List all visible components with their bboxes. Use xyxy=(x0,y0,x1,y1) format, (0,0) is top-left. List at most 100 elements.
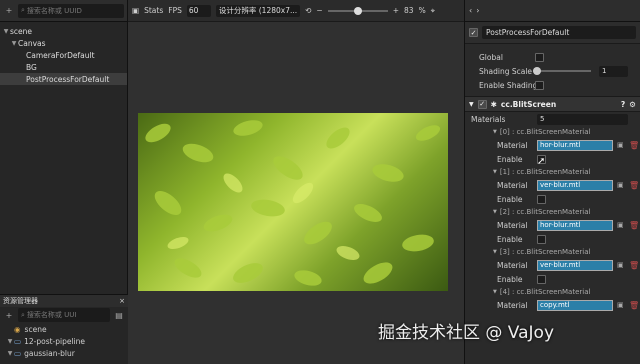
shading-scale-input[interactable]: 1 xyxy=(598,65,629,77)
chevron-down-icon[interactable]: ▼ xyxy=(6,350,14,357)
component-header[interactable]: ▼ ✓ ✱ cc.BlitScreen ? ⚙ xyxy=(465,96,640,112)
material-entry: ▼ [0] : cc.BlitScreenMaterial Material ho… xyxy=(465,126,640,166)
lock-icon[interactable]: ▣ xyxy=(617,141,625,149)
material-entry: ▼ [3] : cc.BlitScreenMaterial Material ve… xyxy=(465,246,640,286)
chevron-down-icon[interactable]: ▼ xyxy=(493,289,497,295)
enable-checkbox[interactable] xyxy=(537,194,546,204)
asset-toolbar: + ⌕ 搜索名称或 UUI ▤ xyxy=(0,307,128,323)
asset-search-input[interactable]: ⌕ 搜索名称或 UUI xyxy=(18,308,110,322)
material-entry-header[interactable]: ▼ [4] : cc.BlitScreenMaterial xyxy=(465,286,640,298)
material-asset-field[interactable]: hor-blur.mtl xyxy=(537,139,613,151)
enable-checkbox[interactable] xyxy=(537,234,546,244)
scene-toolbar: ▣ Stats FPS 60 设计分辨率 (1280x7... ⟲ − + 83… xyxy=(128,0,464,22)
help-icon[interactable]: ? xyxy=(621,100,625,109)
shading-scale-row: Shading Scale 1 xyxy=(465,64,640,78)
close-icon[interactable]: × xyxy=(119,297,125,305)
material-asset-field[interactable]: ver-blur.mtl xyxy=(537,179,613,191)
hierarchy-search-input[interactable]: ⌕ 搜索名称或 UUID xyxy=(18,3,124,18)
fps-input[interactable]: 60 xyxy=(186,4,211,17)
chevron-down-icon[interactable]: ▼ xyxy=(2,28,10,35)
rotate-icon[interactable]: ⟲ xyxy=(305,6,311,15)
asset-item-folder[interactable]: ▼ ▭ gaussian-blur xyxy=(0,347,128,359)
tree-node-canvas[interactable]: ▼ Canvas xyxy=(0,37,127,49)
mouse-cursor-icon: ➚ xyxy=(537,156,546,167)
material-asset-field[interactable]: copy.mtl xyxy=(537,299,613,311)
lock-icon[interactable]: ⌖ xyxy=(431,6,435,16)
asset-panel: 资源管理器 × + ⌕ 搜索名称或 UUI ▤ ◉ scene ▼ ▭ 12-p… xyxy=(0,294,128,364)
asset-item-folder[interactable]: ▼ ▭ 12-post-pipeline xyxy=(0,335,128,347)
enable-row: Enable xyxy=(465,272,640,286)
chevron-down-icon[interactable]: ▼ xyxy=(493,169,497,175)
node-header: ✓ PostProcessForDefault xyxy=(465,22,640,44)
panel-toggle-icon[interactable]: ▣ xyxy=(132,6,139,15)
forward-icon[interactable]: › xyxy=(476,6,479,15)
global-checkbox[interactable] xyxy=(535,52,544,62)
settings-icon[interactable]: ⚙ xyxy=(629,100,636,109)
lock-icon[interactable]: ▣ xyxy=(617,301,625,309)
leaves-pattern xyxy=(145,120,441,286)
material-asset-field[interactable]: ver-blur.mtl xyxy=(537,259,613,271)
add-icon[interactable]: + xyxy=(3,5,15,17)
shading-scale-handle[interactable] xyxy=(533,67,542,75)
inspector-toolbar: ‹ › xyxy=(465,0,640,22)
material-entry-header[interactable]: ▼ [1] : cc.BlitScreenMaterial xyxy=(465,166,640,178)
material-asset-field[interactable]: hor-blur.mtl xyxy=(537,219,613,231)
fps-label: FPS xyxy=(168,6,182,15)
inspector-panel: ‹ › ✓ PostProcessForDefault Global Shadi… xyxy=(464,0,640,364)
lock-icon[interactable]: ▣ xyxy=(617,221,625,229)
chevron-down-icon[interactable]: ▼ xyxy=(469,101,474,108)
resolution-select[interactable]: 设计分辨率 (1280x7... xyxy=(215,4,301,17)
node-name-input[interactable]: PostProcessForDefault xyxy=(482,26,636,39)
back-icon[interactable]: ‹ xyxy=(469,6,472,15)
enable-shading-checkbox[interactable] xyxy=(535,80,544,90)
zoom-in-button[interactable]: + xyxy=(393,6,399,15)
material-row: Material ver-blur.mtl ▣ 🗑 xyxy=(497,179,640,191)
material-row: Material hor-blur.mtl ▣ 🗑 xyxy=(497,219,640,231)
tree-node-postprocess[interactable]: PostProcessForDefault xyxy=(0,73,127,85)
node-active-checkbox[interactable]: ✓ xyxy=(469,28,478,37)
sort-icon[interactable]: ▤ xyxy=(113,309,125,321)
folder-icon: ▭ xyxy=(14,348,22,358)
asset-item-scene[interactable]: ◉ scene xyxy=(0,323,128,335)
enable-checkbox[interactable] xyxy=(537,274,546,284)
material-entry: ▼ [2] : cc.BlitScreenMaterial Material ho… xyxy=(465,206,640,246)
delete-icon[interactable]: 🗑 xyxy=(629,261,639,270)
component-enabled-checkbox[interactable]: ✓ xyxy=(477,99,487,109)
shading-scale-slider[interactable] xyxy=(533,67,591,75)
material-entry: ▼ [1] : cc.BlitScreenMaterial Material ve… xyxy=(465,166,640,206)
lock-icon[interactable]: ▣ xyxy=(617,261,625,269)
zoom-slider[interactable] xyxy=(327,6,388,15)
component-icon: ✱ xyxy=(490,99,497,109)
material-entry-header[interactable]: ▼ [3] : cc.BlitScreenMaterial xyxy=(465,246,640,258)
delete-icon[interactable]: 🗑 xyxy=(629,221,639,230)
enable-row: Enable xyxy=(465,232,640,246)
lock-icon[interactable]: ▣ xyxy=(617,181,625,189)
search-icon: ⌕ xyxy=(21,310,25,319)
tree-node-scene[interactable]: ▼ scene xyxy=(0,25,127,37)
material-entry-header[interactable]: ▼ [2] : cc.BlitScreenMaterial xyxy=(465,206,640,218)
chevron-down-icon[interactable]: ▼ xyxy=(10,40,18,47)
stats-toggle[interactable]: Stats xyxy=(144,6,163,15)
enable-row: Enable xyxy=(465,152,640,166)
tree-node-bg[interactable]: BG xyxy=(0,61,127,73)
enable-row: Enable xyxy=(465,192,640,206)
chevron-down-icon[interactable]: ▼ xyxy=(493,129,497,135)
chevron-down-icon[interactable]: ▼ xyxy=(6,338,14,345)
add-icon[interactable]: + xyxy=(3,309,15,321)
chevron-down-icon[interactable]: ▼ xyxy=(493,249,497,255)
preview-image-leaves xyxy=(138,113,448,291)
chevron-down-icon[interactable]: ▼ xyxy=(493,209,497,215)
material-entry-header[interactable]: ▼ [0] : cc.BlitScreenMaterial xyxy=(465,126,640,138)
zoom-out-button[interactable]: − xyxy=(316,6,322,15)
material-row: Material copy.mtl ▣ 🗑 xyxy=(497,299,640,311)
delete-icon[interactable]: 🗑 xyxy=(629,141,639,150)
tree-node-camera[interactable]: CameraForDefault xyxy=(0,49,127,61)
delete-icon[interactable]: 🗑 xyxy=(629,181,639,190)
hierarchy-tree: ▼ scene ▼ Canvas CameraForDefault BG Pos… xyxy=(0,22,127,85)
zoom-unit: % xyxy=(418,6,426,15)
zoom-slider-handle[interactable] xyxy=(353,6,362,15)
delete-icon[interactable]: 🗑 xyxy=(629,301,639,310)
materials-count-input[interactable]: 5 xyxy=(537,113,628,125)
hierarchy-toolbar: + ⌕ 搜索名称或 UUID xyxy=(0,0,127,22)
material-row: Material ver-blur.mtl ▣ 🗑 xyxy=(497,259,640,271)
